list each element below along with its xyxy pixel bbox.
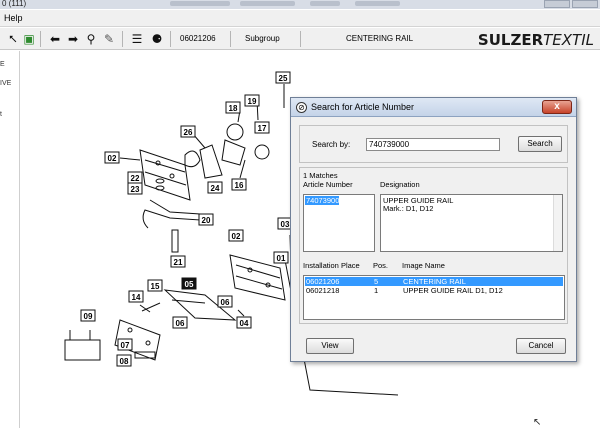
tools-icon[interactable]: ✎ — [102, 32, 116, 46]
part-label: 06 — [176, 319, 185, 328]
back-arrow-icon[interactable]: ⬅ — [48, 32, 62, 46]
installation-place-header: Installation Place — [303, 261, 360, 270]
part-label: 14 — [132, 293, 141, 302]
results-group: 1 Matches Article Number Designation 740… — [299, 167, 568, 324]
title-blur — [355, 1, 400, 6]
menu-bar: Help — [0, 10, 600, 27]
part-label: 25 — [279, 74, 288, 83]
part-label: 03 — [281, 220, 290, 229]
part-label: 24 — [211, 184, 220, 193]
app-window: 0 (111) Help ⭦ ▣ ⬅ ➡ ⚲ ✎ ☰ ⚈ 06021206 Su… — [0, 0, 600, 428]
close-button[interactable]: x — [542, 100, 572, 114]
mouse-cursor-icon: ↖ — [533, 417, 542, 428]
left-panel-item[interactable]: t — [0, 111, 2, 118]
list-icon[interactable]: ☰ — [130, 32, 144, 46]
designation-box: UPPER GUIDE RAIL Mark.: D1, D12 — [380, 194, 563, 252]
title-blur — [170, 1, 230, 6]
search-article-dialog: ⊘ Search for Article Number x Search by:… — [290, 97, 577, 362]
left-panel: E IVE t — [0, 51, 20, 428]
binoculars-icon[interactable]: ⚈ — [150, 32, 164, 46]
forward-arrow-icon[interactable]: ➡ — [66, 32, 80, 46]
installation-place: 06021218 — [306, 286, 340, 295]
part-label: 04 — [240, 319, 249, 328]
view-button[interactable]: View — [306, 338, 354, 354]
part-label: 09 — [84, 312, 93, 321]
article-row[interactable]: 740739000 — [305, 196, 344, 205]
installation-row[interactable]: 06021218 1 UPPER GUIDE RAIL D1, D12 — [305, 286, 563, 295]
part-label: 06 — [221, 298, 230, 307]
part-label: 18 — [229, 104, 238, 113]
search-input[interactable] — [366, 138, 500, 151]
toolbar-separator — [300, 31, 301, 47]
toolbar-separator — [40, 31, 41, 47]
installation-image-name: CENTERING RAIL — [403, 277, 466, 286]
part-label: 23 — [131, 185, 140, 194]
book-icon[interactable]: ▣ — [22, 32, 36, 46]
part-label: 02 — [108, 154, 117, 163]
article-number: 740739000 — [306, 196, 344, 205]
zoom-icon[interactable]: ⚲ — [84, 32, 98, 46]
installation-list[interactable]: 06021206 5 CENTERING RAIL 06021218 1 UPP… — [303, 275, 565, 320]
sulzer-logo: SULZERTEXTIL — [477, 31, 594, 49]
part-label: 07 — [121, 341, 130, 350]
drawing-number: 06021206 — [180, 34, 216, 43]
installation-place: 06021206 — [306, 277, 340, 286]
pos-header: Pos. — [373, 261, 389, 270]
part-label: 21 — [174, 258, 183, 267]
window-title: 0 (111) — [2, 0, 27, 8]
dialog-title: Search for Article Number — [311, 102, 415, 112]
maximize-button[interactable] — [572, 0, 598, 8]
subgroup-name: CENTERING RAIL — [346, 34, 414, 43]
article-number-header: Article Number — [303, 180, 353, 189]
search-button[interactable]: Search — [518, 136, 562, 152]
part-label: 02 — [232, 232, 241, 241]
title-bar: 0 (111) — [0, 0, 600, 9]
title-blur — [240, 1, 295, 6]
toolbar-separator — [170, 31, 171, 47]
part-label: 17 — [258, 124, 267, 133]
search-group: Search by: Search — [299, 125, 568, 163]
minimize-button[interactable] — [544, 0, 570, 8]
part-label: 15 — [151, 282, 160, 291]
installation-pos: 1 — [374, 286, 379, 295]
toolbar: ⭦ ▣ ⬅ ➡ ⚲ ✎ ☰ ⚈ 06021206 Subgroup CENTER… — [0, 28, 600, 50]
part-label: 08 — [120, 357, 129, 366]
part-label: 01 — [277, 254, 286, 263]
designation-line: Mark.: D1, D12 — [383, 204, 434, 213]
article-list[interactable]: 740739000 — [303, 194, 375, 252]
toolbar-separator — [230, 31, 231, 47]
part-label: 05 — [185, 280, 194, 289]
toolbar-separator — [122, 31, 123, 47]
designation-header: Designation — [380, 180, 420, 189]
designation-scrollbar[interactable] — [553, 195, 562, 251]
no-entry-icon: ⊘ — [296, 102, 307, 113]
part-label: 16 — [235, 181, 244, 190]
left-panel-item[interactable]: IVE — [0, 80, 11, 87]
installation-image-name: UPPER GUIDE RAIL D1, D12 — [403, 286, 503, 295]
dialog-title-bar: ⊘ Search for Article Number x — [291, 98, 576, 117]
cancel-button[interactable]: Cancel — [516, 338, 566, 354]
matches-count: 1 Matches — [303, 171, 338, 180]
installation-row[interactable]: 06021206 5 CENTERING RAIL — [305, 277, 563, 286]
part-label: 26 — [184, 128, 193, 137]
part-label: 20 — [202, 216, 211, 225]
part-label: 19 — [248, 97, 257, 106]
image-name-header: Image Name — [402, 261, 445, 270]
installation-pos: 5 — [374, 277, 379, 286]
left-panel-item[interactable]: E — [0, 61, 5, 68]
search-by-label: Search by: — [312, 140, 351, 149]
part-label: 22 — [131, 174, 140, 183]
subgroup-label: Subgroup — [245, 34, 280, 43]
title-blur — [310, 1, 340, 6]
view-icon[interactable]: ⭦ — [6, 32, 20, 46]
menu-help[interactable]: Help — [4, 13, 23, 23]
